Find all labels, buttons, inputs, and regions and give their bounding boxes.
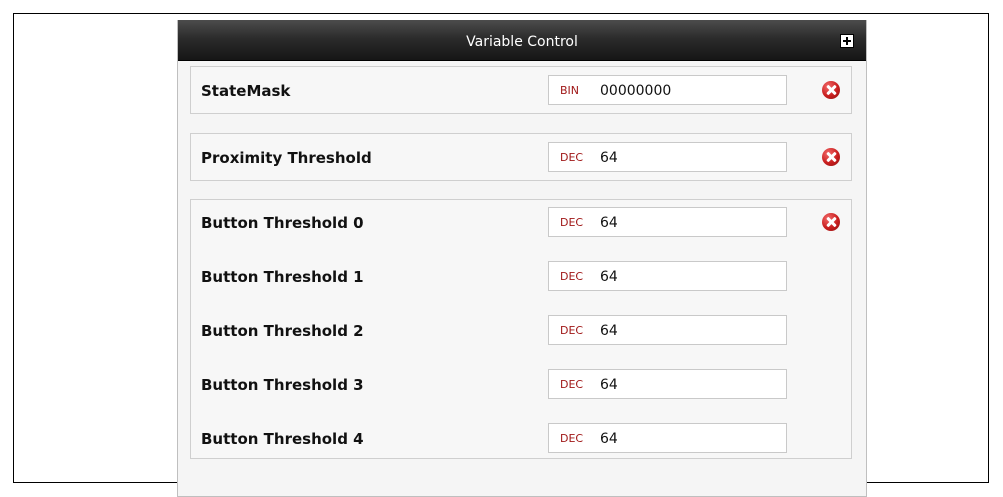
- variable-value[interactable]: 64: [600, 262, 618, 292]
- variable-value-field[interactable]: DEC 64: [548, 261, 787, 291]
- variable-label: StateMask: [201, 82, 291, 100]
- variable-label: Proximity Threshold: [201, 149, 372, 167]
- format-tag[interactable]: DEC: [560, 208, 583, 238]
- variable-row: Button Threshold 0 DEC 64: [191, 207, 851, 239]
- variable-row: Proximity Threshold DEC 64: [191, 142, 851, 174]
- format-tag[interactable]: DEC: [560, 143, 583, 173]
- format-tag[interactable]: DEC: [560, 424, 583, 454]
- variable-label: Button Threshold 4: [201, 430, 364, 448]
- remove-icon[interactable]: [822, 213, 840, 231]
- panel-title: Variable Control: [466, 34, 578, 50]
- format-tag[interactable]: DEC: [560, 370, 583, 400]
- variable-row: StateMask BIN 00000000: [191, 75, 851, 107]
- variable-value-field[interactable]: DEC 64: [548, 315, 787, 345]
- variable-label: Button Threshold 1: [201, 268, 364, 286]
- variable-value-field[interactable]: BIN 00000000: [548, 75, 787, 105]
- variable-group-button-thresholds: Button Threshold 0 DEC 64 Button Thresho…: [190, 199, 852, 459]
- variable-value[interactable]: 00000000: [600, 76, 671, 106]
- variable-group-statemask: StateMask BIN 00000000: [190, 66, 852, 114]
- variable-value[interactable]: 64: [600, 370, 618, 400]
- variable-value-field[interactable]: DEC 64: [548, 423, 787, 453]
- remove-icon[interactable]: [822, 148, 840, 166]
- expand-icon[interactable]: [840, 34, 854, 48]
- variable-label: Button Threshold 3: [201, 376, 364, 394]
- format-tag[interactable]: DEC: [560, 316, 583, 346]
- variable-group-proximity: Proximity Threshold DEC 64: [190, 133, 852, 181]
- variable-row: Button Threshold 3 DEC 64: [191, 369, 851, 401]
- variable-label: Button Threshold 2: [201, 322, 364, 340]
- remove-icon[interactable]: [822, 81, 840, 99]
- panel-titlebar: Variable Control: [178, 20, 866, 61]
- variable-row: Button Threshold 2 DEC 64: [191, 315, 851, 347]
- variable-label: Button Threshold 0: [201, 214, 364, 232]
- variable-row: Button Threshold 4 DEC 64: [191, 423, 851, 455]
- format-tag[interactable]: BIN: [560, 76, 579, 106]
- variable-row: Button Threshold 1 DEC 64: [191, 261, 851, 293]
- variable-value-field[interactable]: DEC 64: [548, 142, 787, 172]
- variable-value[interactable]: 64: [600, 316, 618, 346]
- variable-value-field[interactable]: DEC 64: [548, 369, 787, 399]
- variable-value-field[interactable]: DEC 64: [548, 207, 787, 237]
- variable-value[interactable]: 64: [600, 143, 618, 173]
- variable-value[interactable]: 64: [600, 424, 618, 454]
- variable-control-panel: Variable Control StateMask BIN 00000000 …: [177, 20, 867, 497]
- variable-value[interactable]: 64: [600, 208, 618, 238]
- format-tag[interactable]: DEC: [560, 262, 583, 292]
